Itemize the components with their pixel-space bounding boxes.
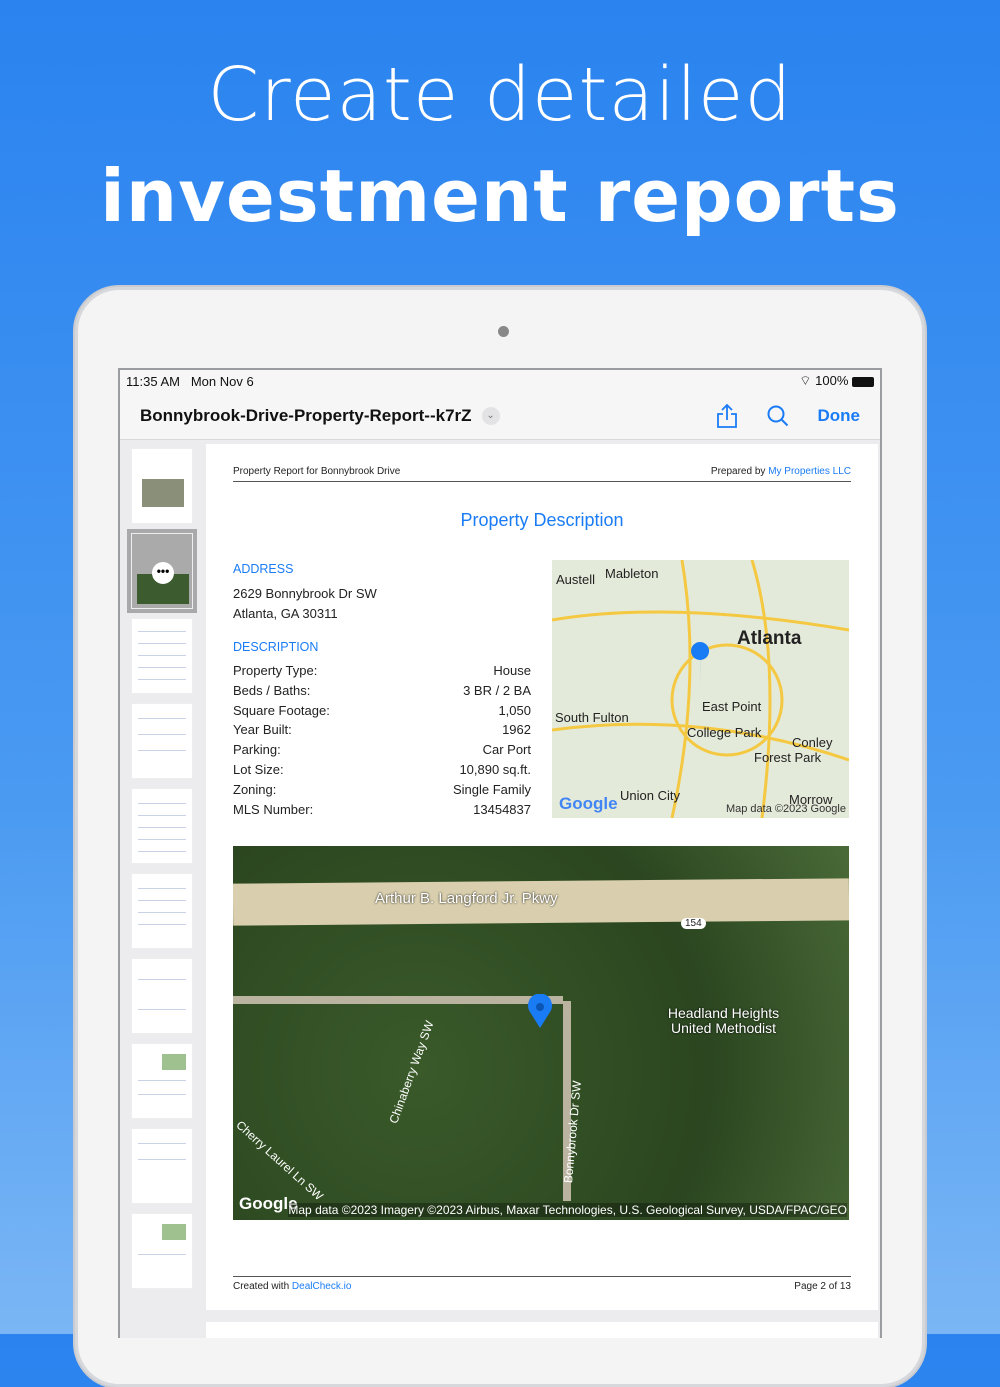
description-row: MLS Number: 13454837 (233, 802, 531, 822)
search-icon[interactable] (766, 404, 790, 428)
page-thumbnail[interactable] (131, 1213, 193, 1289)
navigation-bar: Bonnybrook-Drive-Property-Report--k7rZ ⌄… (120, 392, 880, 440)
row-label: Property Type: (233, 663, 318, 678)
page-number: Page 2 of 13 (794, 1281, 851, 1292)
row-value: 1,050 (498, 702, 531, 718)
created-with-label: Created with (233, 1281, 290, 1292)
pdf-page: Property Report for Bonnybrook Drive Pre… (206, 444, 878, 1310)
row-label: Square Footage: (233, 702, 330, 718)
area-map[interactable]: Austell Mableton Atlanta East Point Sout… (552, 560, 849, 818)
map-label: Forest Park (754, 750, 822, 765)
more-options-icon[interactable]: ••• (152, 562, 174, 584)
battery-level: 100% (815, 373, 849, 388)
row-value: 3 BR / 2 BA (463, 682, 531, 698)
description-table: Property Type: House Beds / Baths: 3 BR / 2… (233, 663, 531, 821)
report-header-title: Property Report for Bonnybrook Drive (233, 466, 401, 477)
row-value: 13454837 (473, 801, 531, 817)
address-line-2: Atlanta, GA 30311 (233, 606, 338, 621)
row-label: Year Built: (233, 722, 292, 738)
wifi-icon: ⌔ (799, 373, 812, 388)
page-thumbnail[interactable] (131, 1043, 193, 1119)
battery-icon (852, 376, 874, 387)
row-label: Beds / Baths: (233, 682, 311, 698)
description-row: Year Built: 1962 (233, 722, 531, 742)
row-label: Parking: (233, 742, 281, 758)
location-pin-icon (528, 994, 552, 1028)
description-row: Property Type: House (233, 663, 531, 683)
map-label: Mableton (605, 566, 659, 581)
page-thumbnails-sidebar[interactable]: ••• (120, 442, 204, 1338)
hero-line-1: Create detailed (207, 52, 793, 138)
poi-label: Headland Heights United Methodist (667, 1005, 780, 1036)
route-shield: 154 (681, 918, 706, 929)
share-icon[interactable] (716, 403, 738, 429)
chevron-down-icon[interactable]: ⌄ (481, 406, 500, 425)
hero-line-2: investment reports (100, 154, 900, 238)
page-thumbnail[interactable] (131, 788, 193, 864)
page-thumbnail[interactable] (131, 703, 193, 779)
satellite-map[interactable]: Arthur B. Langford Jr. Pkwy 154 Chinaber… (233, 846, 849, 1220)
status-bar: 11:35 AM Mon Nov 6 ⌔ 100% (120, 370, 880, 392)
house-photo (142, 479, 184, 507)
map-label: East Point (702, 699, 762, 714)
row-label: Zoning: (233, 781, 277, 797)
address-label: ADDRESS (233, 562, 294, 576)
description-label: DESCRIPTION (233, 640, 319, 654)
status-date: Mon Nov 6 (190, 373, 254, 389)
pdf-viewer-screen: 11:35 AM Mon Nov 6 ⌔ 100% Bonnybrook-Dri… (118, 368, 882, 1338)
section-title: Property Description (460, 510, 624, 530)
page-footer: Created with DealCheck.io Page 2 of 13 (233, 1276, 851, 1292)
map-label: College Park (687, 725, 762, 740)
page-thumbnail[interactable] (131, 958, 193, 1034)
road-label: Arthur B. Langford Jr. Pkwy (375, 890, 558, 907)
row-label: Lot Size: (233, 761, 284, 777)
map-label: Atlanta (737, 628, 802, 649)
road-label: Cherry Laurel Ln SW (233, 1117, 326, 1204)
next-pdf-page (206, 1322, 878, 1338)
page-header: Property Report for Bonnybrook Drive Pre… (233, 466, 851, 482)
map-label: South Fulton (555, 710, 629, 725)
map-label: Austell (556, 572, 596, 587)
row-label: MLS Number: (233, 801, 314, 817)
description-row: Parking: Car Port (233, 742, 531, 762)
row-value: Single Family (452, 781, 531, 797)
page-thumbnail[interactable] (131, 618, 193, 694)
address-line-1: 2629 Bonnybrook Dr SW (233, 586, 377, 601)
company-link[interactable]: My Properties LLC (768, 466, 851, 477)
row-value: 1962 (502, 722, 531, 738)
description-row: Zoning: Single Family (233, 782, 531, 802)
document-title[interactable]: Bonnybrook-Drive-Property-Report--k7rZ (140, 406, 472, 426)
prepared-by-label: Prepared by (710, 466, 766, 477)
row-value: Car Port (482, 742, 531, 758)
hero-heading: Create detailed investment reports (0, 52, 1000, 238)
imagery-credit: Map data ©2023 Imagery ©2023 Airbus, Max… (288, 1203, 847, 1217)
google-logo: Google (559, 794, 618, 813)
row-value: House (493, 663, 531, 678)
status-time: 11:35 AM (126, 373, 180, 389)
dealcheck-link[interactable]: DealCheck.io (292, 1281, 351, 1292)
map-label: Union City (620, 788, 680, 803)
page-thumbnail[interactable] (131, 873, 193, 949)
page-thumbnail[interactable] (131, 448, 193, 524)
map-roads (552, 560, 849, 818)
description-row: Square Footage: 1,050 (233, 703, 531, 723)
map-label: Conley (792, 735, 833, 750)
page-thumbnail-selected[interactable]: ••• (127, 529, 197, 613)
description-row: Lot Size: 10,890 sq.ft. (233, 762, 531, 782)
done-button[interactable]: Done (818, 406, 861, 426)
description-row: Beds / Baths: 3 BR / 2 BA (233, 683, 531, 703)
page-thumbnail[interactable] (131, 1128, 193, 1204)
row-value: 10,890 sq.ft. (459, 761, 531, 777)
map-credit: Map data ©2023 Google (725, 803, 846, 815)
road-label: Chinaberry Way SW (386, 1018, 437, 1126)
camera-icon (498, 326, 509, 337)
